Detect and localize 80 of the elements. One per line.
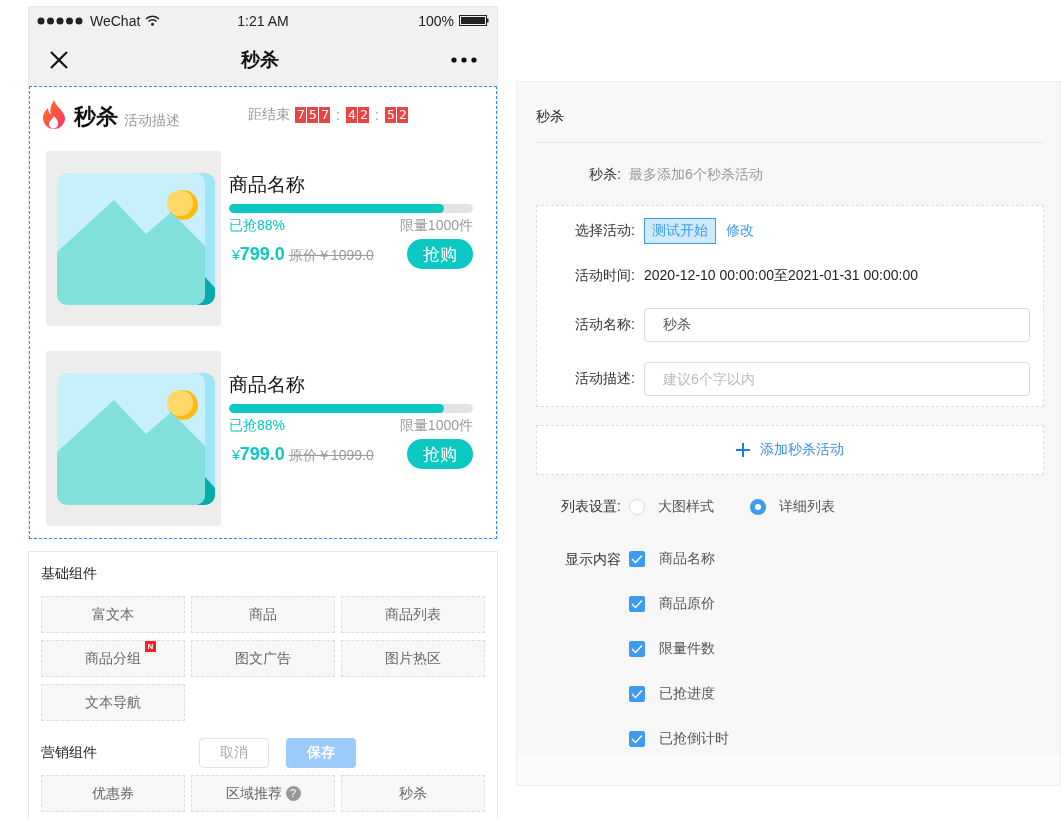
battery-percent: 100%	[418, 12, 454, 29]
carrier-name: WeChat	[90, 12, 141, 29]
new-badge: N	[145, 641, 156, 652]
section-title: 营销组件	[41, 744, 97, 762]
option-label: 已抢进度	[659, 685, 715, 703]
limit-hint: 最多添加6个秒杀活动	[629, 166, 763, 184]
currency-sign: ¥	[232, 246, 240, 263]
seckill-title: 秒杀	[74, 104, 118, 130]
component-label: 图文广告	[235, 649, 291, 668]
image-placeholder-icon	[56, 372, 215, 505]
checkbox[interactable]	[629, 686, 645, 702]
component-label: 商品分组	[85, 649, 141, 668]
activity-time: 2020-12-10 00:00:00至2021-01-31 00:00:00	[644, 267, 918, 285]
component-item[interactable]: 文本导航	[41, 684, 185, 721]
component-item[interactable]: 图文广告	[191, 640, 335, 677]
flame-icon	[40, 100, 68, 130]
plus-icon	[736, 443, 750, 457]
component-label: 秒杀	[399, 784, 427, 803]
edit-link[interactable]: 修改	[726, 222, 754, 240]
checkbox[interactable]	[629, 596, 645, 612]
component-label: 图片热区	[385, 649, 441, 668]
battery-icon	[459, 15, 489, 26]
name-input[interactable]: 秒杀	[644, 308, 1030, 342]
status-time: 1:21 AM	[237, 12, 289, 29]
original-price: 原价￥1099.0	[288, 446, 374, 465]
section-title: 基础组件	[41, 565, 97, 583]
sold-percent: 已抢88%	[229, 217, 286, 235]
purchase-limit: 限量1000件	[399, 217, 473, 235]
checkbox[interactable]	[629, 731, 645, 747]
option-label: 商品原价	[659, 595, 715, 613]
component-label: 富文本	[92, 605, 134, 624]
field-label: 显示内容	[564, 550, 621, 569]
component-label: 商品列表	[385, 605, 441, 624]
component-label: 区域推荐	[225, 784, 282, 803]
add-activity-button[interactable]: 添加秒杀活动	[536, 425, 1044, 475]
product-name: 商品名称	[229, 173, 306, 197]
component-item[interactable]: 富文本	[41, 596, 185, 633]
component-item[interactable]: 图片热区	[341, 640, 485, 677]
field-label: 列表设置:	[560, 498, 621, 516]
currency-sign: ¥	[232, 446, 240, 463]
countdown-separator: :	[373, 107, 380, 123]
component-label: 优惠券	[92, 784, 134, 803]
countdown-separator: :	[335, 107, 341, 123]
field-label: 活动名称:	[574, 316, 635, 334]
sale-price: 799.0	[239, 443, 285, 465]
option-label: 已抢倒计时	[659, 730, 729, 748]
more-icon[interactable]	[451, 57, 477, 63]
component-item[interactable]: 商品列表	[341, 596, 485, 633]
wifi-icon	[145, 15, 161, 26]
field-label: 活动时间:	[574, 267, 635, 285]
radio-button[interactable]	[750, 499, 766, 515]
close-icon[interactable]	[49, 50, 69, 70]
original-price: 原价￥1099.0	[288, 246, 374, 265]
activity-description: 活动描述	[124, 111, 180, 130]
component-label: 文本导航	[85, 693, 141, 712]
settings-title: 秒杀	[536, 82, 1044, 143]
component-item[interactable]: 商品分组 N	[41, 640, 185, 677]
component-item[interactable]: 区域推荐 ?	[191, 775, 335, 812]
signal-icon	[37, 16, 85, 25]
sold-percent: 已抢88%	[229, 417, 286, 435]
option-label: 大图样式	[658, 498, 714, 516]
page-title: 秒杀	[241, 48, 279, 72]
field-label: 活动描述:	[574, 370, 635, 388]
countdown-label: 距结束	[248, 106, 290, 124]
image-placeholder-icon	[56, 172, 215, 305]
field-label: 秒杀:	[588, 166, 621, 184]
sale-price: 799.0	[239, 243, 285, 265]
option-label: 详细列表	[779, 498, 835, 516]
component-item[interactable]: 秒杀	[341, 775, 485, 812]
checkbox[interactable]	[629, 551, 645, 567]
option-label: 限量件数	[659, 640, 715, 658]
description-input[interactable]: 建议6个字以内	[644, 362, 1030, 396]
component-item[interactable]: 商品	[191, 596, 335, 633]
field-label: 选择活动:	[574, 222, 635, 240]
option-label: 商品名称	[659, 550, 715, 568]
component-label: 商品	[249, 605, 277, 624]
component-item[interactable]: 优惠券	[41, 775, 185, 812]
purchase-limit: 限量1000件	[399, 417, 473, 435]
checkbox[interactable]	[629, 641, 645, 657]
product-name: 商品名称	[229, 373, 306, 397]
